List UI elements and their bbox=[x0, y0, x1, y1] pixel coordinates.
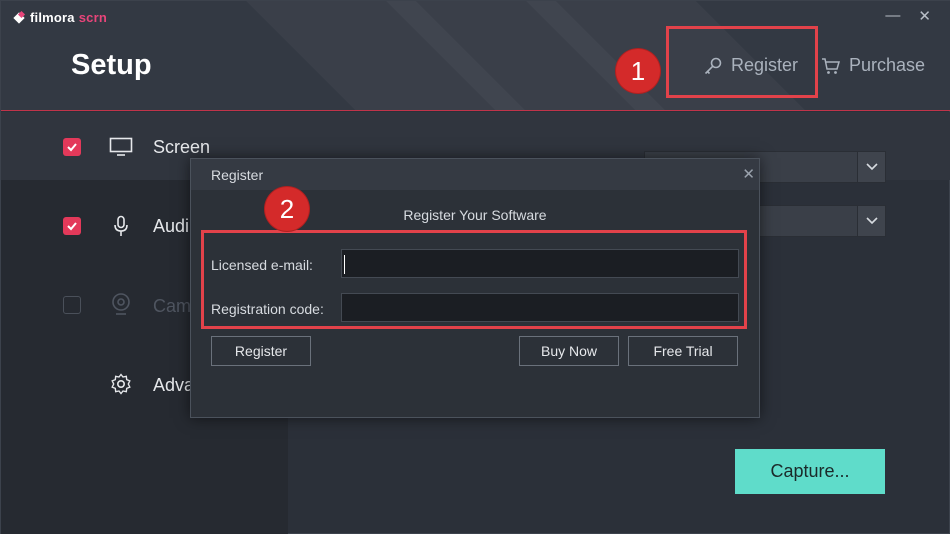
dialog-register-button[interactable]: Register bbox=[211, 336, 311, 366]
logo-accent-text: scrn bbox=[78, 10, 108, 25]
camera-option-label: Cam bbox=[153, 296, 192, 316]
chevron-down-icon bbox=[857, 206, 885, 236]
free-trial-button[interactable]: Free Trial bbox=[628, 336, 738, 366]
screen-checkbox[interactable] bbox=[63, 138, 81, 156]
filmora-scrn-window: filmorascrn — ✕ Setup Register Purchase bbox=[0, 0, 950, 534]
capture-button[interactable]: Capture... bbox=[735, 449, 885, 494]
monitor-icon bbox=[109, 135, 133, 159]
close-button[interactable]: ✕ bbox=[918, 7, 931, 25]
filmora-logo-icon bbox=[15, 12, 26, 23]
minimize-button[interactable]: — bbox=[885, 7, 900, 25]
annotation-marker-1: 1 bbox=[616, 49, 660, 93]
buy-now-button[interactable]: Buy Now bbox=[519, 336, 619, 366]
cart-icon bbox=[822, 57, 840, 74]
annotation-marker-2: 2 bbox=[265, 187, 309, 231]
dialog-title: Register bbox=[211, 166, 264, 183]
audio-option-label: Audi bbox=[153, 216, 190, 236]
annotation-box-2 bbox=[201, 230, 747, 329]
screen-option-label: Screen bbox=[153, 137, 211, 157]
header-purchase-button[interactable]: Purchase bbox=[821, 55, 925, 76]
checkmark-icon bbox=[67, 143, 77, 152]
page-title: Setup bbox=[71, 49, 152, 81]
gear-icon bbox=[109, 372, 133, 396]
chevron-down-icon bbox=[857, 152, 885, 182]
window-controls: — ✕ bbox=[885, 7, 931, 25]
header-purchase-label: Purchase bbox=[849, 55, 926, 75]
app-logo: filmora scrn bbox=[15, 10, 107, 25]
camera-checkbox[interactable] bbox=[63, 296, 81, 314]
webcam-icon bbox=[109, 292, 133, 316]
checkmark-icon bbox=[67, 222, 77, 231]
dialog-close-button[interactable]: ✕ bbox=[742, 165, 755, 183]
audio-checkbox[interactable] bbox=[63, 217, 81, 235]
logo-text: filmora bbox=[30, 10, 75, 25]
advanced-option-label[interactable]: Adva bbox=[153, 375, 194, 396]
dialog-titlebar: Register ✕ bbox=[191, 159, 759, 190]
microphone-icon bbox=[109, 214, 133, 238]
annotation-box-1 bbox=[666, 26, 818, 98]
